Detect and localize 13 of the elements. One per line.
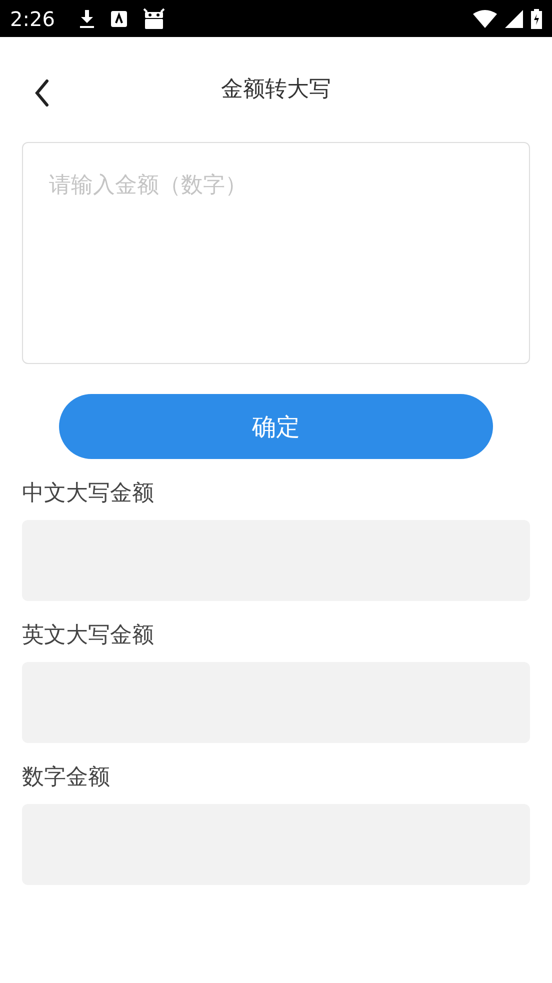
confirm-button[interactable]: 确定	[59, 394, 493, 459]
signal-icon	[505, 10, 523, 28]
result-label: 英文大写金额	[22, 622, 155, 650]
robot-icon	[142, 8, 165, 30]
page-title: 金额转大写	[221, 76, 331, 104]
clock: 2:26	[10, 6, 55, 32]
battery-icon	[531, 8, 542, 28]
result-label: 数字金额	[22, 764, 111, 792]
wifi-icon	[473, 10, 497, 28]
amount-input[interactable]: 请输入金额（数字）	[22, 142, 530, 364]
result-label: 中文大写金额	[22, 480, 155, 508]
download-icon	[78, 8, 95, 28]
app-icon	[110, 10, 127, 26]
